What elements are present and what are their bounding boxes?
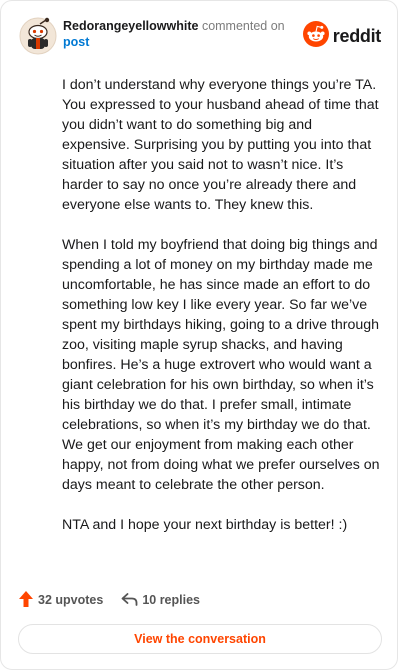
comment-paragraph: NTA and I hope your next birthday is bet… — [62, 517, 348, 533]
comment-meta: Redorangeyellowwhite commented on post — [63, 18, 303, 50]
comment-paragraph: I don’t understand why everyone things y… — [62, 77, 379, 213]
upvote-count: 32 upvotes — [38, 593, 104, 607]
comment-actions: 32 upvotes 10 replies — [18, 589, 200, 611]
comment-author[interactable]: Redorangeyellowwhite — [63, 19, 198, 33]
reply-arrow-icon — [121, 592, 142, 609]
comment-paragraph: When I told my boyfriend that doing big … — [62, 237, 380, 493]
comment-header: Redorangeyellowwhite commented on post r… — [19, 17, 381, 57]
snoo-avatar-icon[interactable] — [19, 17, 57, 55]
reddit-brand[interactable]: reddit — [302, 20, 382, 52]
reddit-wordmark: reddit — [332, 25, 382, 46]
upvote-action[interactable]: 32 upvotes — [18, 590, 103, 611]
upvote-arrow-icon — [18, 590, 38, 611]
view-conversation-button[interactable]: View the conversation — [18, 624, 382, 654]
comment-card: Redorangeyellowwhite commented on post r… — [0, 0, 398, 670]
comment-action-text: commented on — [201, 19, 285, 33]
reddit-logo-icon — [302, 20, 329, 52]
comment-body: I don’t understand why everyone things y… — [62, 75, 380, 555]
reply-count: 10 replies — [142, 593, 200, 607]
post-link[interactable]: post — [63, 35, 89, 49]
replies-action[interactable]: 10 replies — [121, 592, 200, 609]
